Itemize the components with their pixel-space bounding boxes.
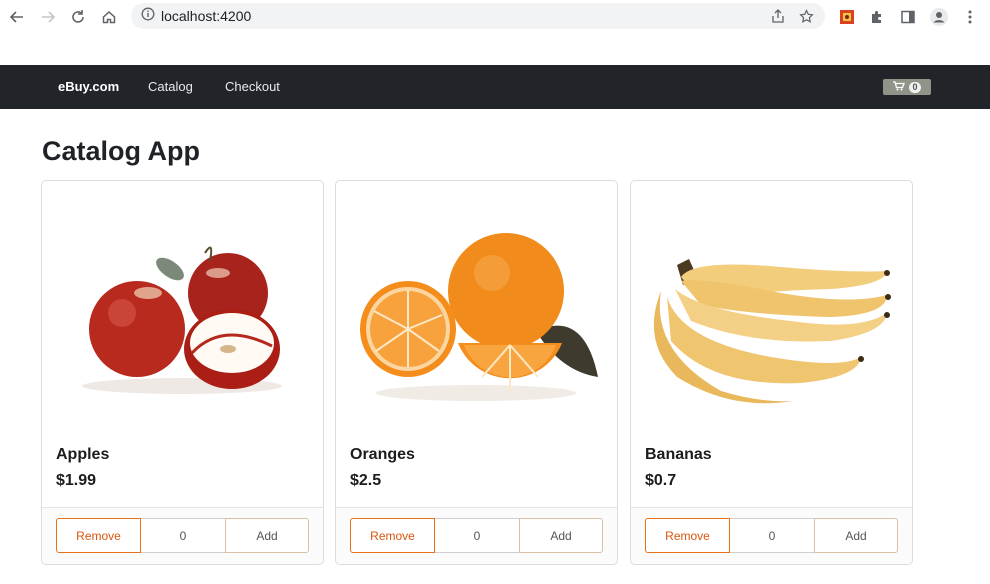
add-button[interactable]: Add bbox=[814, 518, 898, 553]
product-name: Apples bbox=[56, 446, 110, 463]
cart-icon bbox=[893, 80, 906, 94]
browser-toolbar: localhost:4200 bbox=[0, 0, 990, 34]
product-card-oranges: Oranges $2.5 Remove 0 Add bbox=[335, 180, 618, 565]
brand-link[interactable]: eBuy.com bbox=[58, 79, 119, 94]
card-footer: Remove 0 Add bbox=[42, 507, 323, 564]
profile-icon[interactable] bbox=[928, 6, 950, 28]
bananas-image bbox=[631, 181, 912, 431]
product-price: $2.5 bbox=[350, 472, 382, 489]
nav-link-checkout[interactable]: Checkout bbox=[225, 79, 280, 94]
cart-button[interactable]: 0 bbox=[883, 79, 931, 95]
product-card-apples: Apples $1.99 Remove 0 Add bbox=[41, 180, 324, 565]
quantity-controls: Remove 0 Add bbox=[645, 518, 898, 553]
bookmark-star-icon[interactable] bbox=[797, 7, 815, 25]
address-bar[interactable]: localhost:4200 bbox=[131, 3, 825, 29]
site-info-icon[interactable] bbox=[141, 7, 155, 26]
extension-icon[interactable] bbox=[836, 6, 858, 28]
reload-icon[interactable] bbox=[67, 6, 89, 28]
quantity-controls: Remove 0 Add bbox=[350, 518, 603, 553]
remove-button[interactable]: Remove bbox=[645, 518, 730, 553]
page-title: Catalog App bbox=[42, 136, 200, 166]
app-navbar: eBuy.com Catalog Checkout bbox=[0, 65, 990, 109]
add-button[interactable]: Add bbox=[225, 518, 309, 553]
nav-link-catalog[interactable]: Catalog bbox=[148, 79, 193, 94]
product-price: $0.7 bbox=[645, 472, 677, 489]
quantity-controls: Remove 0 Add bbox=[56, 518, 309, 553]
more-menu-icon[interactable] bbox=[959, 6, 981, 28]
side-panel-icon[interactable] bbox=[897, 6, 919, 28]
add-button[interactable]: Add bbox=[519, 518, 603, 553]
remove-button[interactable]: Remove bbox=[56, 518, 141, 553]
card-footer: Remove 0 Add bbox=[336, 507, 617, 564]
product-price: $1.99 bbox=[56, 472, 97, 489]
apples-image bbox=[42, 181, 323, 431]
quantity-display: 0 bbox=[435, 518, 519, 553]
url-text[interactable]: localhost:4200 bbox=[161, 8, 251, 24]
forward-icon[interactable] bbox=[37, 6, 59, 28]
share-icon[interactable] bbox=[769, 7, 787, 25]
quantity-display: 0 bbox=[730, 518, 814, 553]
puzzle-icon[interactable] bbox=[866, 6, 888, 28]
cart-count-badge: 0 bbox=[909, 81, 921, 93]
remove-button[interactable]: Remove bbox=[350, 518, 435, 553]
card-footer: Remove 0 Add bbox=[631, 507, 912, 564]
quantity-display: 0 bbox=[141, 518, 225, 553]
product-name: Oranges bbox=[350, 446, 415, 463]
product-name: Bananas bbox=[645, 446, 712, 463]
oranges-image bbox=[336, 181, 617, 431]
product-card-bananas: Bananas $0.7 Remove 0 Add bbox=[630, 180, 913, 565]
back-icon[interactable] bbox=[6, 6, 28, 28]
home-icon[interactable] bbox=[98, 6, 120, 28]
